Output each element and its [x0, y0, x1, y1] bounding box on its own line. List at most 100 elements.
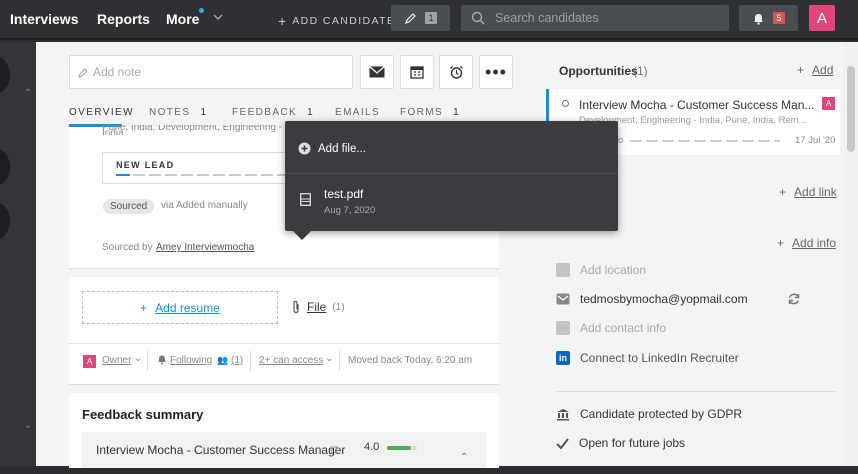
chevron-up-icon[interactable]: ⌃	[460, 452, 468, 463]
stage-label: NEW LEAD	[116, 160, 175, 170]
add-note-input[interactable]: Add note	[69, 55, 353, 89]
tab-notes[interactable]: NOTES 1	[149, 107, 207, 118]
chevron-down-icon[interactable]	[213, 12, 223, 22]
add-info-button[interactable]: + Add info	[777, 236, 836, 250]
add-resume-label: Add resume	[155, 300, 220, 315]
location-line: Pune, India, Development, Engineering - …	[102, 125, 283, 135]
divider	[69, 343, 499, 344]
add-location-label: Add location	[580, 263, 647, 277]
followers-count[interactable]: (1)	[231, 355, 243, 366]
tab-label: EMAILS	[335, 107, 381, 118]
file-date: Aug 7, 2020	[324, 205, 376, 216]
feedback-count: (1	[330, 445, 339, 456]
plus-icon: +	[140, 300, 148, 315]
gdpr-label: Candidate protected by GDPR	[580, 407, 743, 421]
email-address: tedmosbymocha@yopmail.com	[580, 292, 748, 306]
access-dropdown[interactable]: 2+ can access	[259, 355, 323, 366]
calendar-icon	[410, 65, 424, 79]
opportunity-title: Interview Mocha - Customer Success Man..…	[579, 98, 815, 112]
linkedin-icon: in	[556, 351, 570, 365]
feedback-summary-title: Feedback summary	[82, 407, 204, 422]
refresh-icon[interactable]	[787, 292, 801, 306]
bell-icon	[752, 12, 765, 25]
add-location-row[interactable]: Add location	[556, 263, 646, 277]
bank-icon	[556, 408, 570, 421]
scrollbar-thumb[interactable]	[847, 66, 855, 152]
radio-icon	[562, 100, 569, 107]
file-label: File	[307, 300, 327, 314]
email-row[interactable]: tedmosbymocha@yopmail.com	[556, 292, 748, 306]
tab-overview[interactable]: OVERVIEW	[69, 107, 134, 118]
user-avatar[interactable]: A	[809, 5, 835, 31]
paperclip-icon	[291, 300, 301, 314]
following-toggle[interactable]: Following	[170, 355, 212, 366]
scroll-up-icon[interactable]: ⌃	[24, 88, 32, 99]
nav-reports[interactable]: Reports	[97, 11, 150, 27]
tab-emails[interactable]: EMAILS	[335, 107, 380, 118]
moved-back-status: Moved back Today, 6:20 am	[348, 355, 473, 366]
phone-icon	[556, 321, 570, 335]
more-actions-button[interactable]: •••	[479, 55, 513, 89]
pencil-icon	[78, 67, 89, 78]
tab-count: 1	[307, 107, 315, 118]
plus-circle-icon	[298, 142, 311, 155]
search-input[interactable]: Search candidates	[461, 5, 729, 31]
schedule-button[interactable]	[400, 55, 434, 89]
scrollbar[interactable]	[844, 42, 858, 466]
score-bar-fill	[387, 446, 411, 450]
nav-more[interactable]: More	[166, 11, 199, 27]
users-icon: 👥	[217, 355, 229, 365]
reminder-button[interactable]	[439, 55, 473, 89]
add-file-button[interactable]: Add file...	[298, 142, 366, 155]
sourced-badge: Sourced	[103, 199, 155, 214]
file-link[interactable]: File (1)	[291, 300, 345, 314]
search-icon	[471, 11, 485, 25]
notification-count: 5	[773, 12, 785, 24]
sidebar-circle[interactable]	[0, 148, 10, 186]
sourced-by-label: Sourced by	[102, 242, 153, 253]
sidebar-circle[interactable]	[0, 56, 10, 94]
sourced-by-link[interactable]: Amey Interviewmocha	[156, 242, 254, 253]
tab-feedback[interactable]: FEEDBACK 1	[232, 107, 314, 118]
sidebar-circle[interactable]	[0, 202, 10, 240]
scroll-down-icon[interactable]: ⌄	[24, 420, 32, 431]
add-file-label: Add file...	[318, 142, 366, 155]
checkmark-icon	[556, 437, 569, 449]
linkedin-row[interactable]: in Connect to LinkedIn Recruiter	[556, 351, 739, 365]
opportunity-date: 17 Jul '20	[795, 135, 836, 146]
tab-label: FORMS	[400, 107, 444, 118]
sourced-via: via Added manually	[161, 200, 248, 211]
file-icon	[300, 193, 311, 206]
notes-button[interactable]: 1	[391, 5, 450, 31]
tab-count: 1	[453, 107, 461, 118]
opportunity-stage-progress	[630, 140, 780, 142]
file-name-link[interactable]: test.pdf	[324, 187, 363, 201]
left-sidebar-strip: ⌃ ⌄	[0, 42, 36, 466]
feedback-job-title: Interview Mocha - Customer Success Manag…	[96, 443, 346, 457]
top-nav-bar: Interviews Reports More + ADD CANDIDATE …	[0, 0, 858, 40]
add-contact-info-row[interactable]: Add contact info	[556, 321, 666, 335]
email-button[interactable]	[360, 55, 394, 89]
owner-dropdown[interactable]: Owner	[102, 355, 131, 366]
location-icon	[556, 263, 570, 277]
notifications-button[interactable]: 5	[739, 5, 798, 31]
divider	[285, 173, 618, 174]
open-for-jobs-row: Open for future jobs	[556, 436, 685, 450]
divider	[556, 391, 836, 392]
add-link-button[interactable]: + Add link	[779, 185, 837, 199]
tab-label: NOTES	[149, 107, 191, 118]
divider	[147, 351, 148, 371]
nav-interviews[interactable]: Interviews	[10, 11, 78, 27]
divider	[339, 351, 340, 371]
tab-forms[interactable]: FORMS 1	[400, 107, 460, 118]
plus-icon: +	[797, 63, 805, 77]
opportunities-count: (1)	[633, 64, 648, 78]
add-link-label: Add link	[794, 185, 837, 199]
add-resume-button[interactable]: + Add resume	[82, 291, 278, 324]
notification-dot	[199, 8, 204, 13]
add-info-label: Add info	[792, 236, 837, 250]
file-count: (1)	[332, 301, 345, 313]
add-candidate-button[interactable]: + ADD CANDIDATE	[278, 13, 395, 29]
search-placeholder: Search candidates	[495, 11, 599, 25]
add-opportunity-button[interactable]: + Add	[797, 63, 833, 77]
